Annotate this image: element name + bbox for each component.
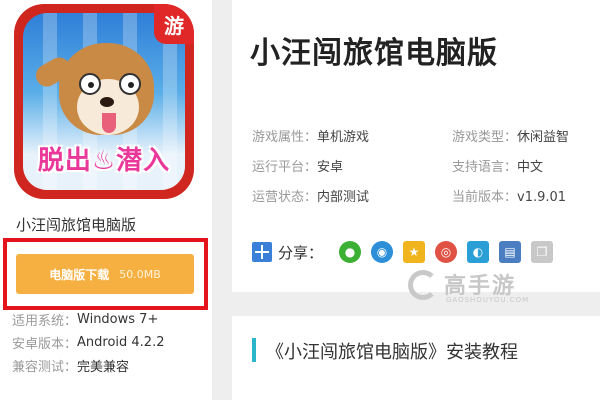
tencent-weibo-icon[interactable]: ◐ xyxy=(467,241,490,263)
attr-value: 安卓 xyxy=(317,160,344,175)
attr-key: 游戏属性： xyxy=(252,130,318,145)
download-size: 50.0MB xyxy=(119,267,161,281)
section-accent-bar xyxy=(252,338,256,362)
page-title: 小汪闯旅馆电脑版 xyxy=(250,36,498,71)
attr-value: 休闲益智 xyxy=(517,130,570,145)
attr-key: 运行平台： xyxy=(252,160,318,175)
share-label: 分享： xyxy=(278,243,324,262)
wechat-icon[interactable]: ● xyxy=(339,241,362,263)
app-sidebar: 脱出♨潜入 游 小汪闯旅馆电脑版 电脑版下载 50.0MB 适用系统： Wind… xyxy=(0,0,212,400)
weibo-icon[interactable]: ◎ xyxy=(435,241,458,263)
spec-row-os: 适用系统： Windows 7+ xyxy=(12,308,165,331)
gaoshouyou-logo: 高手游 GAOSHOUYOU.COM xyxy=(408,266,528,314)
spec-key: 兼容测试： xyxy=(12,360,78,375)
qzone-icon[interactable]: ★ xyxy=(403,241,426,263)
attr-value: v1.9.01 xyxy=(517,190,567,205)
attr-value: 中文 xyxy=(517,160,544,175)
app-name: 小汪闯旅馆电脑版 xyxy=(16,216,137,234)
pc-download-button[interactable]: 电脑版下载 50.0MB xyxy=(16,254,194,294)
icon-banner: 脱出♨潜入 xyxy=(37,145,171,176)
spec-value: Windows 7+ xyxy=(77,312,159,327)
logo-subtext: GAOSHOUYOU.COM xyxy=(446,296,530,304)
spec-key: 安卓版本： xyxy=(12,337,78,352)
tutorial-title: 《小汪闯旅馆电脑版》安装教程 xyxy=(266,342,518,363)
print-icon[interactable]: ▤ xyxy=(499,241,522,263)
spec-row-compat: 兼容测试： 完美兼容 xyxy=(12,354,165,377)
attr-key: 支持语言： xyxy=(452,160,518,175)
icon-badge: 游 xyxy=(154,4,194,44)
tutorial-section: 《小汪闯旅馆电脑版》安装教程 xyxy=(232,316,600,400)
share-plus-icon[interactable] xyxy=(252,242,272,262)
attr-key: 当前版本： xyxy=(452,190,518,205)
download-highlight-frame: 电脑版下载 50.0MB xyxy=(3,238,208,310)
attribute-row: 游戏属性：单机游戏 游戏类型：休闲益智 xyxy=(252,126,592,156)
share-bar: 分享： ● ◉ ★ ◎ ◐ ▤ ❐ xyxy=(252,238,554,266)
spec-key: 适用系统： xyxy=(12,314,78,329)
attr-key: 运营状态： xyxy=(252,190,318,205)
qq-icon[interactable]: ◉ xyxy=(371,241,394,263)
attribute-grid: 游戏属性：单机游戏 游戏类型：休闲益智 运行平台：安卓 支持语言：中文 运营状态… xyxy=(252,126,592,216)
attr-key: 游戏类型： xyxy=(452,130,518,145)
attr-value: 内部测试 xyxy=(317,190,370,205)
attribute-row: 运营状态：内部测试 当前版本：v1.9.01 xyxy=(252,186,592,216)
download-label: 电脑版下载 xyxy=(49,267,110,282)
spec-value: Android 4.2.2 xyxy=(77,335,165,350)
spec-row-android: 安卓版本： Android 4.2.2 xyxy=(12,331,165,354)
logo-g-icon xyxy=(408,270,438,300)
copy-icon[interactable]: ❐ xyxy=(531,241,554,263)
app-icon[interactable]: 脱出♨潜入 游 xyxy=(14,4,194,199)
attr-value: 单机游戏 xyxy=(317,130,370,145)
spec-list: 适用系统： Windows 7+ 安卓版本： Android 4.2.2 兼容测… xyxy=(12,308,165,377)
attribute-row: 运行平台：安卓 支持语言：中文 xyxy=(252,156,592,186)
game-details-panel: 小汪闯旅馆电脑版 游戏属性：单机游戏 游戏类型：休闲益智 运行平台：安卓 支持语… xyxy=(232,0,600,292)
spec-value: 完美兼容 xyxy=(77,360,130,375)
